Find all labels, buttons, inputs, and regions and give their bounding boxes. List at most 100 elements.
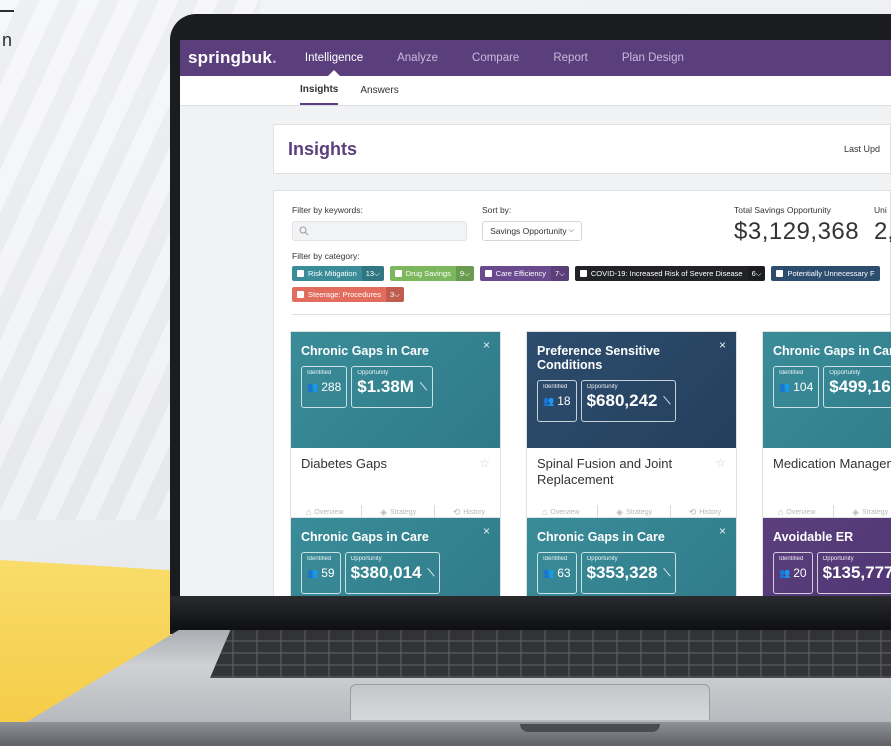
trackpad: [350, 684, 710, 720]
opportunity-box: Opportunity $380,014 ⟍: [344, 552, 441, 594]
overview-action[interactable]: ⌂ Overview: [306, 507, 344, 517]
identified-box: Identified 👥 18: [537, 380, 577, 422]
opportunity-value: $135,777⟍: [823, 563, 891, 583]
insight-card[interactable]: Chronic Gaps in Care × Identified 👥 63 Op…: [526, 517, 737, 596]
category-chip[interactable]: Drug Savings 9 ⌵: [389, 266, 474, 281]
strategy-icon: ◈: [852, 506, 860, 517]
star-icon[interactable]: ☆: [479, 456, 490, 470]
opportunity-label: Opportunity: [829, 370, 861, 376]
chip-label: Care Efficiency: [480, 266, 551, 281]
home-icon: ⌂: [541, 507, 548, 517]
identified-value: 👥 288: [307, 380, 341, 394]
identified-value: 👥 63: [543, 566, 571, 580]
category-chips-row2: Steerage: Procedures 3 ⌵: [292, 287, 890, 302]
people-icon: 👥: [779, 381, 791, 392]
insight-card[interactable]: Chronic Gaps in Care × Identified 👥104 O…: [762, 331, 891, 527]
category-chip[interactable]: Potentially Unnecessary F: [771, 266, 880, 281]
keyboard-rows: [210, 630, 891, 678]
history-icon: ⟲: [688, 506, 697, 517]
nav-intelligence[interactable]: Intelligence: [305, 52, 363, 77]
card-header: Avoidable ER × Identified 👥20 Opportunit…: [763, 518, 891, 596]
history-icon: ⟲: [452, 506, 461, 517]
tab-insights[interactable]: Insights: [300, 76, 339, 105]
nav-analyze[interactable]: Analyze: [397, 52, 438, 64]
opportunity-label: Opportunity: [586, 556, 618, 562]
category-chip[interactable]: COVID-19: Increased Risk of Severe Disea…: [574, 266, 766, 281]
opportunity-box: Opportunity $1.38M ⟍: [351, 366, 433, 408]
strategy-label: Strategy: [390, 508, 417, 516]
identified-label: Identified: [307, 370, 332, 376]
trend-icon: ⟍: [427, 567, 435, 579]
chevron-down-icon: ⌵: [394, 289, 400, 299]
sub-nav: Insights Answers: [180, 76, 891, 106]
sort-label: Sort by:: [482, 205, 512, 215]
insight-card[interactable]: Avoidable ER × Identified 👥20 Opportunit…: [762, 517, 891, 596]
close-icon[interactable]: ×: [719, 338, 726, 352]
close-icon[interactable]: ×: [483, 338, 490, 352]
top-nav: springbuk. Intelligence Analyze Compare …: [180, 40, 891, 77]
sort-by: Sort by: Savings Opportunity ⌵: [482, 205, 582, 241]
filter-panel: Filter by keywords: Sort by: Savings Opp…: [273, 190, 891, 596]
unique-label: Uni: [874, 205, 887, 215]
history-action[interactable]: ⟲ History: [689, 507, 721, 518]
chip-label: Steerage: Procedures: [292, 287, 386, 302]
insight-card[interactable]: Chronic Gaps in Care × Identified 👥 288 O…: [290, 331, 501, 527]
identified-box: Identified 👥 104: [773, 366, 820, 408]
identified-label: Identified: [307, 556, 332, 562]
opportunity-value: $680,242 ⟍: [587, 391, 671, 411]
overview-action[interactable]: ⌂ Overview: [542, 507, 580, 517]
card-type: Avoidable ER: [773, 530, 854, 544]
opportunity-value: $380,014 ⟍: [351, 563, 435, 583]
category-chip[interactable]: Care Efficiency 7 ⌵: [479, 266, 569, 281]
strategy-action[interactable]: ◈ Strategy: [380, 507, 416, 518]
unique-value: 2,: [874, 218, 891, 245]
card-metrics: Identified 👥 18 Opportunity $680,242 ⟍: [537, 380, 726, 422]
logo[interactable]: springbuk.: [188, 48, 277, 68]
close-icon[interactable]: ×: [719, 524, 726, 538]
card-metrics: Identified 👥20 Opportunity $135,777⟍: [773, 552, 891, 594]
opportunity-amount: $135,777: [822, 563, 891, 582]
identified-count: 59: [321, 566, 335, 580]
tab-answers[interactable]: Answers: [360, 77, 398, 104]
corner-text: n: [2, 30, 13, 50]
trend-icon: ⟍: [663, 395, 671, 407]
overview-action[interactable]: ⌂ Overview: [778, 507, 816, 517]
laptop-screen: springbuk. Intelligence Analyze Compare …: [180, 40, 891, 596]
close-icon[interactable]: ×: [483, 524, 490, 538]
opportunity-value: $499,16⟍: [829, 377, 891, 397]
card-body: Spinal Fusion and Joint Replacement ☆: [527, 448, 736, 498]
history-action[interactable]: ⟲ History: [453, 507, 485, 518]
insight-card[interactable]: Preference Sensitive Conditions × Identi…: [526, 331, 737, 527]
nav-plan-design[interactable]: Plan Design: [622, 52, 684, 64]
strategy-action[interactable]: ◈ Strategy: [852, 507, 888, 518]
home-icon: ⌂: [777, 507, 784, 517]
sort-select[interactable]: Savings Opportunity ⌵: [482, 221, 582, 241]
strategy-action[interactable]: ◈ Strategy: [616, 507, 652, 518]
overview-label: Overview: [314, 508, 344, 516]
card-header: Chronic Gaps in Care × Identified 👥 59 Op…: [291, 518, 500, 596]
card-metrics: Identified 👥 63 Opportunity $353,328 ⟍: [537, 552, 726, 594]
category-chip[interactable]: Steerage: Procedures 3 ⌵: [292, 287, 404, 302]
nav-compare[interactable]: Compare: [472, 52, 519, 64]
people-icon: 👥: [307, 381, 319, 392]
star-icon[interactable]: ☆: [715, 456, 726, 470]
unique-members: Uni 2,: [874, 205, 891, 246]
opportunity-label: Opportunity: [822, 556, 854, 562]
identified-label: Identified: [543, 384, 568, 390]
card-type: Chronic Gaps in Care: [301, 530, 429, 544]
chevron-down-icon: ⌵: [464, 268, 470, 278]
identified-count: 104: [793, 380, 814, 394]
card-body: Diabetes Gaps ☆: [291, 448, 500, 498]
card-name: Diabetes Gaps: [301, 456, 387, 471]
search-icon: [299, 226, 309, 236]
total-savings-label: Total Savings Opportunity: [734, 205, 831, 215]
search-box[interactable]: [292, 221, 467, 241]
insight-card[interactable]: Chronic Gaps in Care × Identified 👥 59 Op…: [290, 517, 501, 596]
card-name: Medication Managen: [773, 456, 891, 471]
nav-report[interactable]: Report: [553, 52, 588, 64]
search-input[interactable]: [313, 226, 463, 236]
card-type: Chronic Gaps in Care: [773, 344, 891, 358]
laptop-notch: [520, 724, 660, 732]
overview-label: Overview: [550, 508, 580, 516]
category-chip[interactable]: Risk Mitigation 13 ⌵: [292, 266, 384, 281]
